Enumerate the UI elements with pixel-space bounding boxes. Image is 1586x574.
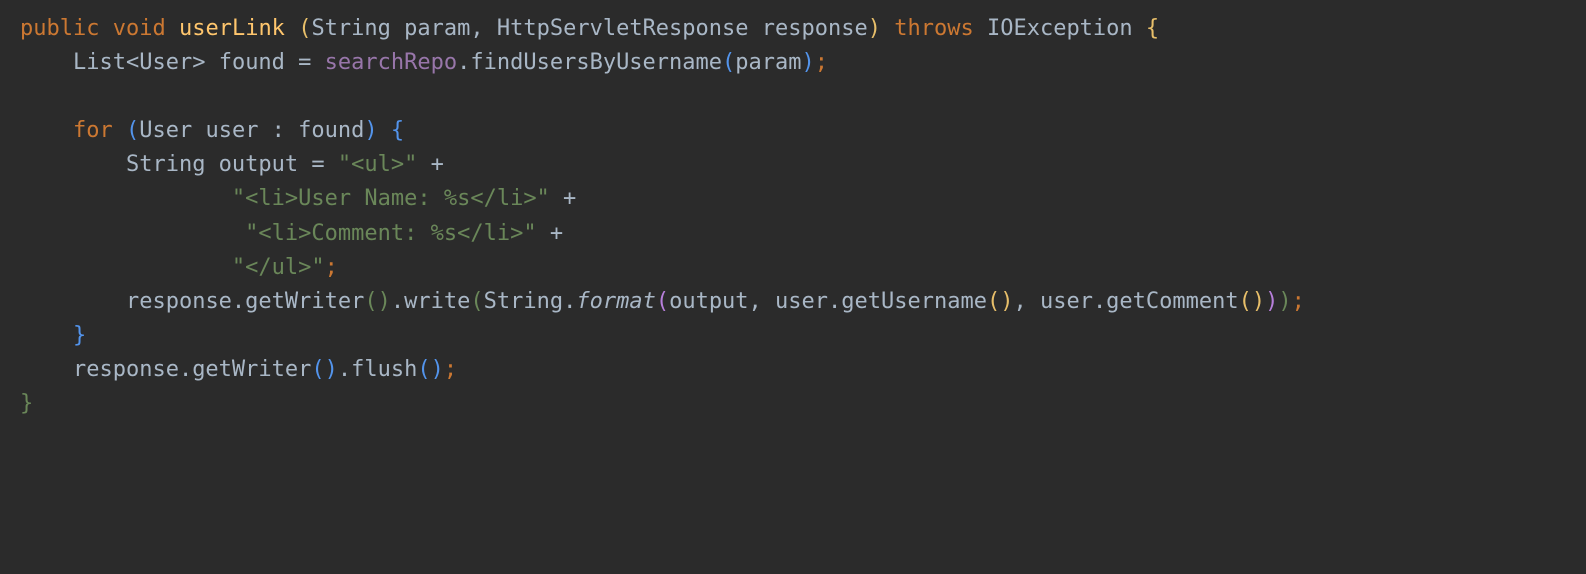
code-line-8: "</ul>"; bbox=[20, 255, 338, 280]
code-line-1: public void userLink (String param, Http… bbox=[20, 16, 1159, 41]
keyword-public: public bbox=[20, 16, 99, 41]
static-method-format: format bbox=[576, 289, 655, 314]
paren-open: ( bbox=[298, 16, 311, 41]
string-literal: "<ul>" bbox=[338, 152, 417, 177]
keyword-throws: throws bbox=[894, 16, 973, 41]
code-line-7: "<li>Comment: %s</li>" + bbox=[20, 221, 563, 246]
keyword-for: for bbox=[73, 118, 113, 143]
code-line-10: } bbox=[20, 323, 86, 348]
code-editor[interactable]: public void userLink (String param, Http… bbox=[0, 0, 1586, 433]
code-line-11: response.getWriter().flush(); bbox=[20, 357, 457, 382]
code-line-6: "<li>User Name: %s</li>" + bbox=[20, 186, 576, 211]
exception-type: IOException bbox=[987, 16, 1133, 41]
string-literal: "<li>User Name: %s</li>" bbox=[232, 186, 550, 211]
code-line-4: for (User user : found) { bbox=[20, 118, 404, 143]
brace-close: } bbox=[73, 323, 86, 348]
code-line-3 bbox=[20, 84, 33, 109]
code-line-9: response.getWriter().write(String.format… bbox=[20, 289, 1305, 314]
method-name: userLink bbox=[179, 16, 285, 41]
brace-open: { bbox=[391, 118, 404, 143]
brace-close: } bbox=[20, 391, 33, 416]
string-literal: "<li>Comment: %s</li>" bbox=[245, 221, 536, 246]
keyword-void: void bbox=[113, 16, 166, 41]
paren-close: ) bbox=[868, 16, 881, 41]
string-literal: "</ul>" bbox=[232, 255, 325, 280]
brace-open: { bbox=[1146, 16, 1159, 41]
code-line-5: String output = "<ul>" + bbox=[20, 152, 444, 177]
field-searchRepo: searchRepo bbox=[325, 50, 457, 75]
code-line-12: } bbox=[20, 391, 33, 416]
code-line-2: List<User> found = searchRepo.findUsersB… bbox=[20, 50, 828, 75]
params: String param, HttpServletResponse respon… bbox=[311, 16, 867, 41]
